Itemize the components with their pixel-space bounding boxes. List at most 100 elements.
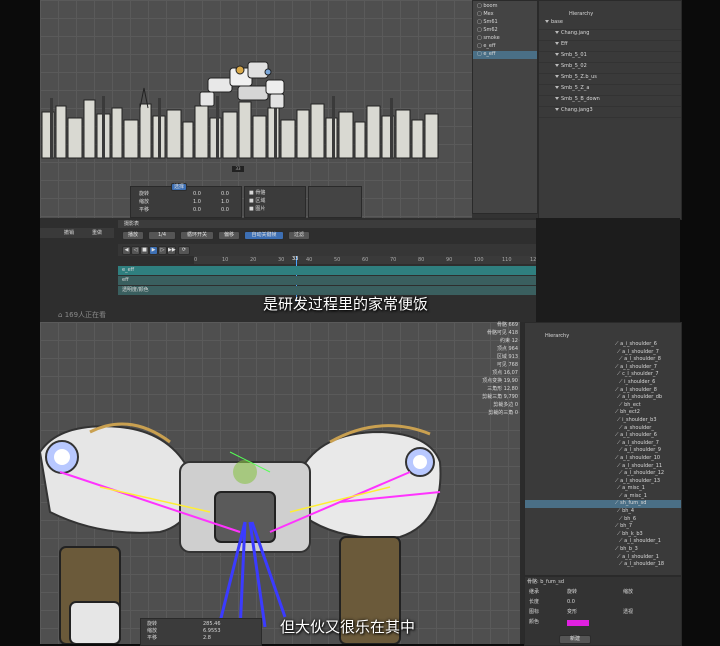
timeline-toolbar-button[interactable]: 过滤 (288, 231, 310, 240)
hierarchy-item[interactable]: ⟋ a_l_shoulder_9 (525, 447, 681, 455)
layer-item[interactable]: ▢ smoke (473, 35, 537, 43)
hierarchy-item[interactable]: ⟋ a_l_shoulder_1 (525, 554, 681, 562)
timeline-toolbar-button[interactable]: 偏移 (218, 231, 240, 240)
hierarchy-item[interactable]: ⟋ a_l_shoulder_6 (525, 432, 681, 440)
hierarchy-item[interactable]: ⟋ a_l_shoulder_12 (525, 470, 681, 478)
bone-properties-title: 骨骼: b_fum_sd (527, 579, 565, 585)
hierarchy-item[interactable]: ⟋ a_l_shoulder_db (525, 394, 681, 402)
hierarchy-item[interactable]: Smb_5_Z_a (539, 85, 681, 96)
hierarchy-item[interactable]: base (539, 19, 681, 30)
hierarchy-item[interactable]: Smb_5_01 (539, 52, 681, 63)
hierarchy-item[interactable]: ⟋ bh_7 (525, 523, 681, 531)
property-a[interactable]: 变形 (567, 609, 577, 616)
transform-value-1[interactable]: 0.0 (193, 191, 201, 198)
hierarchy-item[interactable]: ⟋ a_misc_1 (525, 493, 681, 501)
hierarchy-item[interactable]: ⟋ a_l_shoulder_10 (525, 455, 681, 463)
timeline-track[interactable]: e_eff (118, 266, 536, 275)
hierarchy-item[interactable]: Chang.jang3 (539, 107, 681, 118)
hierarchy-item[interactable]: ⟋ bh_b_3 (525, 546, 681, 554)
hierarchy-item[interactable]: ⟋ bh_k_b3 (525, 531, 681, 539)
hierarchy-item[interactable]: ⟋ a_shoulder_ (525, 425, 681, 433)
hierarchy-item[interactable]: ⟋ a_l_shoulder_18 (525, 561, 681, 569)
add-button[interactable]: 新建 (559, 635, 591, 644)
transform-value-1[interactable]: 0.0 (193, 207, 201, 214)
stop-button[interactable]: ■ (140, 246, 149, 255)
hierarchy-item[interactable]: ⟋ i_shoulder_6 (525, 379, 681, 387)
prev-frame-button[interactable]: ◁ (131, 246, 140, 255)
hierarchy-item[interactable]: Smb_5_Z.b_us (539, 74, 681, 85)
hierarchy-item[interactable]: Chang.jang (539, 30, 681, 41)
hierarchy-item[interactable]: ⟋ bh_ect2 (525, 409, 681, 417)
layer-item[interactable]: ▢ boom (473, 3, 537, 11)
hierarchy-item[interactable]: ⟋ a_l_shoulder_1 (525, 538, 681, 546)
hierarchy-item[interactable]: ⟋ a_l_shoulder_7 (525, 364, 681, 372)
transform-value-1[interactable]: 1.0 (193, 199, 201, 206)
expand-icon[interactable] (555, 86, 559, 89)
undo-tab[interactable]: 撤销 (64, 230, 74, 237)
property-b[interactable]: 透视 (623, 609, 633, 616)
hierarchy-item[interactable]: ⟋ a_misc_1 (525, 485, 681, 493)
timeline-toolbar-button[interactable]: 自动关键帧 (244, 231, 284, 240)
layer-item[interactable]: ▢ Sm62 (473, 27, 537, 35)
expand-icon[interactable] (555, 64, 559, 67)
hierarchy-item[interactable]: ⟋ a_l_shoulder_13 (525, 478, 681, 486)
property-a[interactable]: 旋转 (567, 589, 577, 596)
end-button[interactable]: ▶▶ (167, 246, 176, 255)
stat-label: 骨骼可见 (486, 330, 509, 336)
redo-tab[interactable]: 重做 (92, 230, 102, 237)
property-b[interactable]: 缩放 (623, 589, 633, 596)
timeline-toolbar-button[interactable]: 1/4 (148, 231, 176, 240)
layer-item[interactable]: ▢ e_eff (473, 51, 537, 59)
color-swatch[interactable] (567, 620, 589, 626)
hierarchy-item[interactable]: ⟋ bh_6 (525, 516, 681, 524)
hierarchy-item[interactable]: ⟋ a_l_shoulder_8 (525, 356, 681, 364)
hierarchy-item[interactable]: Smb_5_B_down (539, 96, 681, 107)
hierarchy-item[interactable]: ⟋ a_i_shoulder_6 (525, 341, 681, 349)
hierarchy-item[interactable]: Eff (539, 41, 681, 52)
mode-select-button[interactable]: 选择 (171, 183, 187, 191)
hierarchy-item[interactable]: ⟋ c_l_shoulder_7 (525, 371, 681, 379)
property-a[interactable]: 0.0 (567, 599, 575, 606)
hierarchy-item[interactable]: ⟋ bh_ect (525, 402, 681, 410)
expand-icon[interactable] (555, 97, 559, 100)
timeline-toolbar-button[interactable]: 播放 (122, 231, 144, 240)
stat-row: 三角形 12,80 (460, 386, 518, 394)
expand-icon[interactable] (555, 108, 559, 111)
layer-item[interactable]: ▢ e_eff (473, 43, 537, 51)
expand-icon[interactable] (545, 20, 549, 23)
transform-value-2[interactable]: 0.0 (221, 207, 229, 214)
transform-value[interactable]: 6.9553 (203, 628, 221, 635)
expand-icon[interactable] (555, 53, 559, 56)
timeline-toolbar-button[interactable]: 循环开关 (180, 231, 214, 240)
next-frame-button[interactable]: ▷ (158, 246, 167, 255)
hierarchy-item[interactable]: ⟋ a_l_shoulder_8 (525, 387, 681, 395)
play-button[interactable]: ▶ (149, 246, 158, 255)
hierarchy-item[interactable]: ⟋ sh_fum_sd (525, 500, 681, 509)
hierarchy-item[interactable]: ⟋ a_l_shoulder_7 (525, 349, 681, 357)
hierarchy-item[interactable]: ⟋ a_l_shoulder_11 (525, 463, 681, 471)
transform-value[interactable]: 2.8 (203, 635, 211, 642)
expand-icon[interactable] (555, 42, 559, 45)
op-item[interactable]: ■ 区域 (249, 198, 265, 206)
loop-button[interactable]: ⟳ (178, 246, 190, 255)
transform-value-2[interactable]: 0.0 (221, 191, 229, 198)
hierarchy-item[interactable]: ⟋ i_shoulder_b3 (525, 417, 681, 425)
play-back-button[interactable]: ◀ (122, 246, 131, 255)
hierarchy-item[interactable]: ⟋ a_l_shoulder_7 (525, 440, 681, 448)
hierarchy-label: a_i_shoulder_6 (620, 341, 657, 347)
layer-item[interactable]: ▢ Mex (473, 11, 537, 19)
hierarchy-item[interactable]: Smb_5_02 (539, 63, 681, 74)
top-right-blank (536, 218, 680, 322)
timeline-track[interactable]: eff (118, 276, 536, 285)
op-item[interactable]: ■ 图片 (249, 206, 265, 214)
layer-item[interactable]: ▢ Sm61 (473, 19, 537, 27)
transform-value[interactable]: 285.46 (203, 621, 221, 628)
hierarchy-item[interactable]: ⟋ bh_4 (525, 508, 681, 516)
op-item[interactable]: ■ 骨骼 (249, 190, 265, 198)
expand-icon[interactable] (555, 31, 559, 34)
bottom-viewport[interactable]: 骨骼 669 骨骼可见 418 约束 12 顶点 964 区域 913 可见 768 顶点 … (40, 322, 520, 646)
transform-row: 平移 2.8 (143, 635, 259, 642)
expand-icon[interactable] (555, 75, 559, 78)
timeline-ruler[interactable]: 0 10 20 30 40 50 60 70 80 90 100 110 120 (194, 256, 540, 264)
transform-value-2[interactable]: 1.0 (221, 199, 229, 206)
